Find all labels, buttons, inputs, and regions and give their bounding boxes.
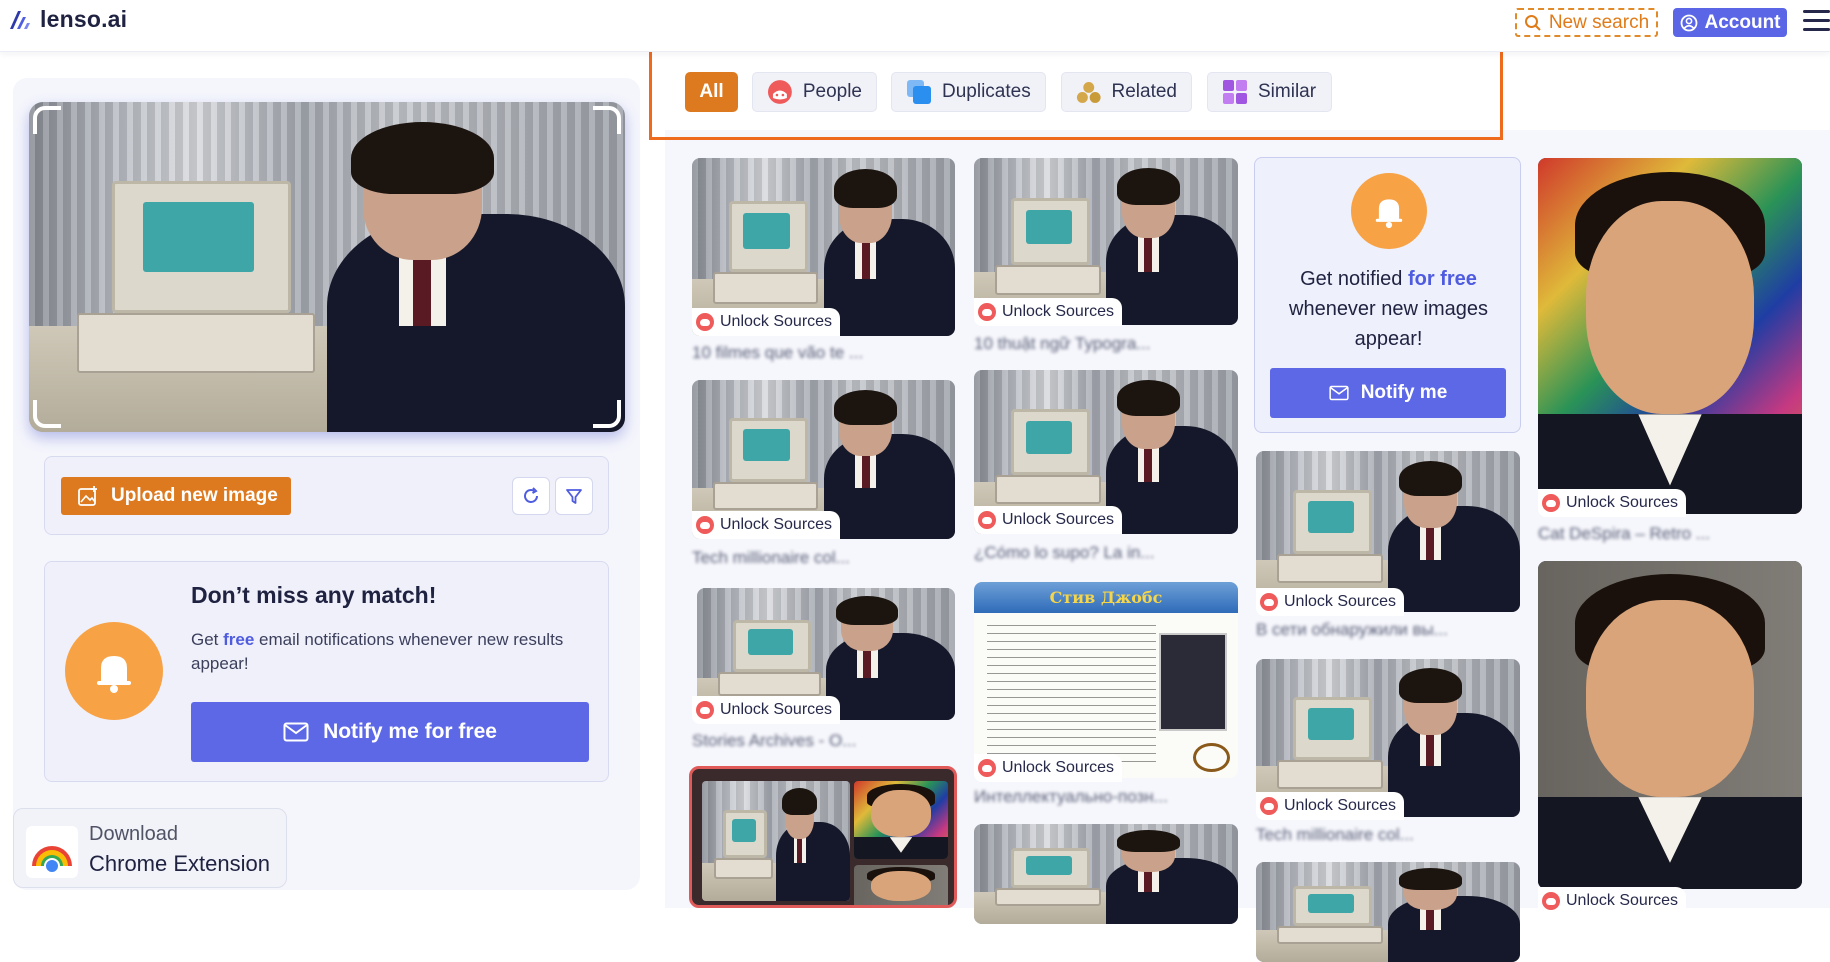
upload-toolbar: Upload new image bbox=[44, 456, 609, 535]
unlock-sources-badge[interactable]: Unlock Sources bbox=[692, 308, 841, 336]
face-icon bbox=[978, 303, 996, 321]
lenso-logo[interactable]: lenso.ai bbox=[8, 6, 127, 33]
account-label: Account bbox=[1704, 11, 1781, 33]
result-thumbnail[interactable] bbox=[854, 865, 948, 905]
result-caption[interactable]: 10 thuật ngữ Typogra... bbox=[974, 334, 1150, 354]
new-search-button[interactable]: New search bbox=[1515, 8, 1658, 37]
bell-icon bbox=[1351, 173, 1427, 249]
result-card[interactable]: Unlock Sources bbox=[974, 158, 1238, 326]
lenso-logo-icon bbox=[10, 10, 30, 29]
unlock-sources-badge[interactable]: Unlock Sources bbox=[1538, 489, 1687, 517]
result-caption[interactable]: Интеллектуально-позн... bbox=[974, 787, 1168, 807]
result-card[interactable] bbox=[974, 824, 1238, 924]
tab-people[interactable]: People bbox=[752, 72, 877, 112]
tab-related[interactable]: Related bbox=[1061, 72, 1192, 112]
notify-me-for-free-button[interactable]: Notify me for free bbox=[191, 702, 589, 762]
logo-text: lenso.ai bbox=[40, 6, 128, 32]
chrome-icon bbox=[26, 826, 78, 878]
tab-duplicates[interactable]: Duplicates bbox=[891, 72, 1046, 112]
face-icon bbox=[978, 511, 996, 529]
result-thumbnail[interactable] bbox=[854, 781, 948, 859]
result-card[interactable] bbox=[1256, 862, 1520, 962]
result-thumbnail[interactable] bbox=[1538, 561, 1802, 889]
result-thumbnail[interactable] bbox=[974, 824, 1238, 924]
result-caption[interactable]: Stories Archives - O... bbox=[692, 731, 856, 751]
notify-card: Get notified for free whenever new image… bbox=[1254, 157, 1521, 433]
new-search-label: New search bbox=[1548, 11, 1650, 33]
account-button[interactable]: Account bbox=[1673, 8, 1787, 37]
result-card[interactable]: Unlock Sources bbox=[692, 158, 955, 336]
result-card[interactable]: Unlock Sources bbox=[692, 588, 955, 724]
result-caption[interactable]: Tech millionaire col... bbox=[1256, 825, 1414, 845]
result-thumbnail[interactable] bbox=[702, 781, 850, 901]
doc-banner-text: Стив Джобс bbox=[1049, 588, 1163, 607]
result-thumbnail[interactable] bbox=[1538, 158, 1802, 514]
result-card[interactable]: Unlock Sources bbox=[1538, 158, 1802, 517]
filter-icon bbox=[566, 489, 582, 504]
crop-corner-handle[interactable] bbox=[33, 400, 61, 428]
upload-label: Upload new image bbox=[111, 485, 278, 506]
refresh-button[interactable] bbox=[512, 477, 550, 515]
result-thumbnail[interactable]: Стив Джобс bbox=[974, 582, 1238, 778]
face-icon bbox=[696, 516, 714, 534]
grid-icon bbox=[1223, 80, 1247, 104]
face-icon bbox=[978, 759, 996, 777]
tab-similar[interactable]: Similar bbox=[1207, 72, 1332, 112]
unlock-sources-badge[interactable]: Unlock Sources bbox=[1538, 887, 1687, 915]
result-caption[interactable]: 10 filmes que vão te ... bbox=[692, 343, 863, 363]
unlock-sources-badge[interactable]: Unlock Sources bbox=[974, 298, 1123, 326]
result-caption[interactable]: ¿Cómo lo supo? La in... bbox=[974, 543, 1154, 563]
email-notify-box: Don’t miss any match! Get free email not… bbox=[44, 561, 609, 782]
menu-icon[interactable] bbox=[1803, 10, 1830, 32]
crop-corner-handle[interactable] bbox=[593, 400, 621, 428]
chrome-extension-banner[interactable]: Download Chrome Extension bbox=[13, 808, 287, 888]
unlock-sources-badge[interactable]: Unlock Sources bbox=[974, 754, 1123, 782]
notify-me-button[interactable]: Notify me bbox=[1270, 368, 1506, 418]
unlock-sources-badge[interactable]: Unlock Sources bbox=[692, 511, 841, 539]
chrome-download-text: Download bbox=[89, 823, 178, 845]
face-icon bbox=[767, 80, 792, 104]
mail-icon bbox=[283, 722, 309, 742]
face-icon bbox=[1260, 593, 1278, 611]
mail-icon bbox=[1329, 385, 1349, 401]
notify-card-message: Get notified for free whenever new image… bbox=[1289, 268, 1488, 350]
result-card[interactable]: Unlock Sources bbox=[1538, 561, 1802, 915]
result-collage-card[interactable] bbox=[689, 766, 957, 908]
result-card[interactable]: Unlock Sources bbox=[974, 370, 1238, 534]
unlock-sources-badge[interactable]: Unlock Sources bbox=[692, 696, 841, 724]
top-header: lenso.ai New search Account bbox=[0, 0, 1830, 52]
face-icon bbox=[696, 313, 714, 331]
unlock-sources-badge[interactable]: Unlock Sources bbox=[1256, 588, 1405, 616]
notify-description: Get free email notifications whenever ne… bbox=[191, 630, 564, 673]
upload-new-image-button[interactable]: Upload new image bbox=[61, 477, 291, 515]
result-card[interactable]: Unlock Sources bbox=[1256, 659, 1520, 820]
query-image bbox=[29, 102, 625, 432]
unlock-sources-badge[interactable]: Unlock Sources bbox=[1256, 792, 1405, 820]
refresh-icon bbox=[524, 487, 538, 503]
face-icon bbox=[696, 701, 714, 719]
crop-corner-handle[interactable] bbox=[593, 106, 621, 134]
chrome-extension-text: Chrome Extension bbox=[89, 851, 270, 876]
tab-all[interactable]: All bbox=[685, 72, 738, 112]
result-caption[interactable]: Tech millionaire col... bbox=[692, 548, 850, 568]
related-icon bbox=[1076, 81, 1101, 103]
face-icon bbox=[1260, 797, 1278, 815]
result-card[interactable]: Стив Джобс Unlock Sources bbox=[974, 582, 1238, 782]
result-card[interactable]: Unlock Sources bbox=[692, 380, 955, 539]
notify-title: Don’t miss any match! bbox=[191, 582, 437, 608]
result-card[interactable]: Unlock Sources bbox=[1256, 451, 1520, 616]
face-icon bbox=[1542, 494, 1560, 512]
search-icon bbox=[1524, 14, 1541, 31]
image-add-icon bbox=[78, 486, 97, 506]
bell-icon bbox=[65, 622, 163, 720]
unlock-sources-badge[interactable]: Unlock Sources bbox=[974, 506, 1123, 534]
result-thumbnail[interactable] bbox=[1256, 862, 1520, 962]
result-caption[interactable]: Cat DeSpira – Retro ... bbox=[1538, 524, 1710, 544]
result-caption[interactable]: В сети обнаружили вы... bbox=[1256, 620, 1448, 640]
face-icon bbox=[1542, 892, 1560, 910]
duplicates-icon bbox=[907, 80, 931, 104]
user-circle-icon bbox=[1680, 14, 1697, 31]
crop-corner-handle[interactable] bbox=[33, 106, 61, 134]
filter-button[interactable] bbox=[555, 477, 593, 515]
